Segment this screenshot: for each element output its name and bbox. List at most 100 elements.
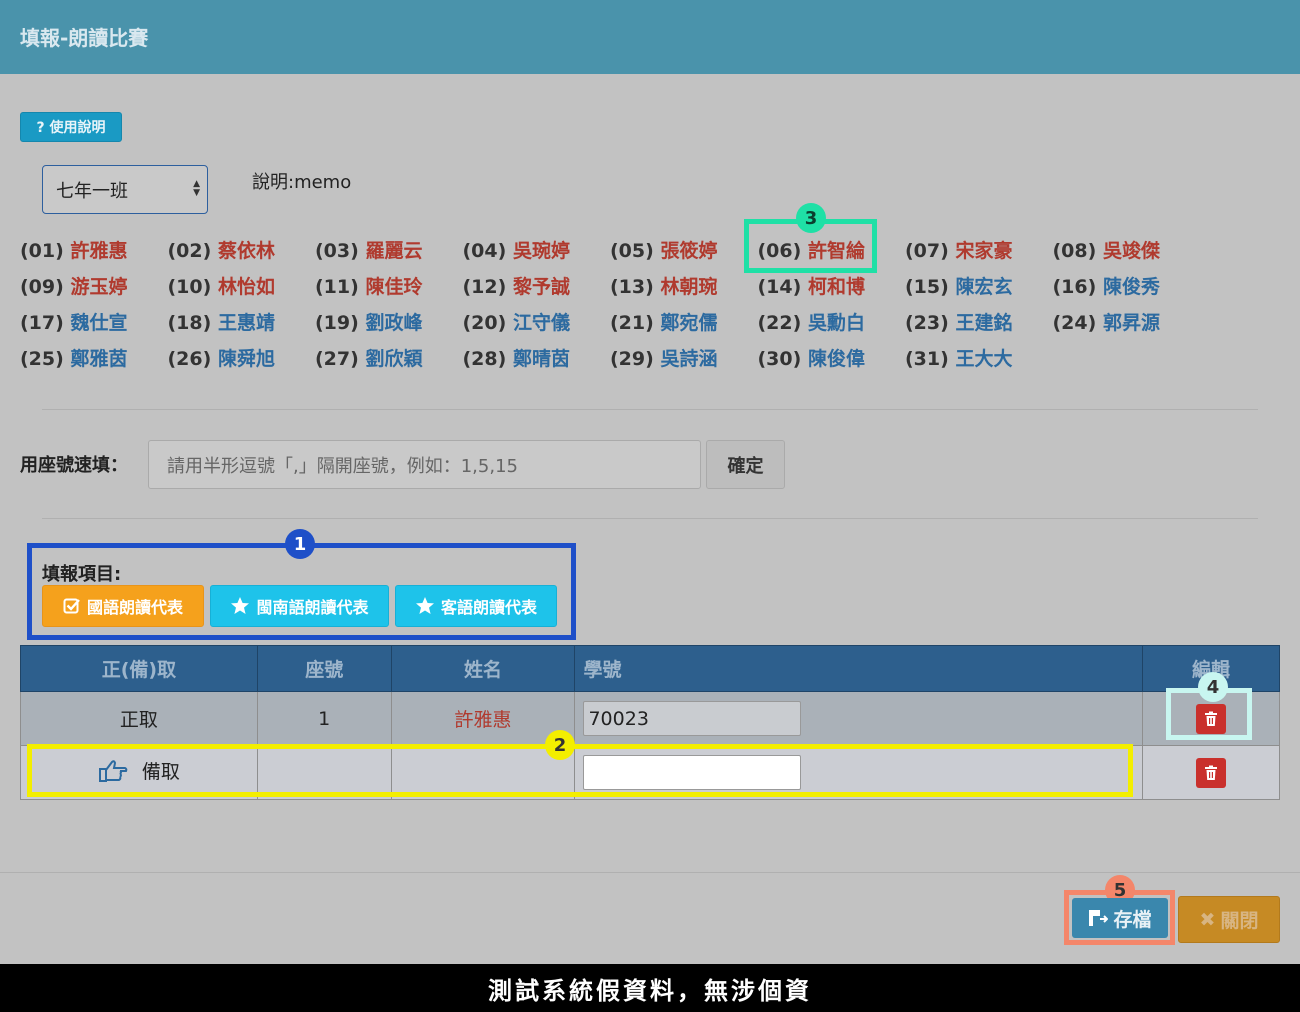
student-29[interactable]: (29) 吳詩涵 xyxy=(610,344,717,371)
student-07[interactable]: (07) 宋家豪 xyxy=(905,236,1012,263)
delete-button[interactable] xyxy=(1196,757,1227,788)
student-18[interactable]: (18) 王惠靖 xyxy=(168,308,275,335)
save-button[interactable]: 存檔 xyxy=(1072,898,1168,938)
highlight-box-backup-row xyxy=(27,744,1133,797)
student-name: 柯和博 xyxy=(807,276,865,298)
student-seat-number: (04) xyxy=(462,240,507,262)
item-button-mandarin[interactable]: 國語朗讀代表 xyxy=(42,585,204,627)
star-icon xyxy=(231,597,250,614)
student-17[interactable]: (17) 魏仕宣 xyxy=(20,308,127,335)
student-seat-number: (13) xyxy=(610,276,654,298)
cell-edit xyxy=(1142,745,1280,800)
badge-3: 3 xyxy=(796,203,826,233)
student-seat-number: (14) xyxy=(757,276,802,298)
class-select-value: 七年一班 xyxy=(56,180,128,202)
student-seat-number: (15) xyxy=(905,276,949,298)
student-name: 羅麗云 xyxy=(365,240,423,262)
divider xyxy=(0,872,1300,873)
student-name: 吳竣傑 xyxy=(1102,240,1160,262)
student-name: 蔡依林 xyxy=(217,240,275,262)
student-name: 劉政峰 xyxy=(365,312,423,334)
divider xyxy=(42,518,1258,519)
student-seat-number: (12) xyxy=(462,276,507,298)
student-name: 陳俊秀 xyxy=(1102,276,1160,298)
class-select[interactable]: 七年一班 ▲ ▼ xyxy=(42,165,208,214)
quick-fill-input[interactable]: 請用半形逗號「,」隔開座號，例如：1,5,15 xyxy=(148,440,701,489)
student-seat-number: (27) xyxy=(315,348,359,370)
student-seat-number: (24) xyxy=(1052,312,1097,334)
student-12[interactable]: (12) 黎予誠 xyxy=(463,272,570,299)
student-name: 張筱婷 xyxy=(660,240,718,262)
student-name: 吳詩涵 xyxy=(660,348,718,370)
student-22[interactable]: (22) 吳勳白 xyxy=(758,308,865,335)
student-seat-number: (10) xyxy=(167,276,212,298)
item-button-hakka[interactable]: 客語朗讀代表 xyxy=(395,585,557,627)
student-02[interactable]: (02) 蔡依林 xyxy=(168,236,275,263)
trash-icon xyxy=(1205,765,1218,780)
student-08[interactable]: (08) 吳竣傑 xyxy=(1053,236,1160,263)
page-title: 填報-朗讀比賽 xyxy=(20,26,149,50)
table-row: 正取 1 許雅惠 70023 xyxy=(20,691,1280,746)
student-seat-number: (22) xyxy=(757,312,802,334)
student-seat-number: (18) xyxy=(167,312,212,334)
student-name: 許雅惠 xyxy=(70,240,128,262)
student-16[interactable]: (16) 陳俊秀 xyxy=(1053,272,1160,299)
student-name: 鄭雅茵 xyxy=(70,348,128,370)
student-seat-number: (03) xyxy=(315,240,359,262)
badge-4: 4 xyxy=(1198,672,1228,702)
student-19[interactable]: (19) 劉政峰 xyxy=(315,308,422,335)
student-13[interactable]: (13) 林朝琬 xyxy=(610,272,717,299)
student-28[interactable]: (28) 鄭晴茵 xyxy=(463,344,570,371)
close-icon: ✖ xyxy=(1199,908,1216,931)
student-23[interactable]: (23) 王建銘 xyxy=(905,308,1012,335)
student-name: 魏仕宣 xyxy=(70,312,128,334)
student-seat-number: (16) xyxy=(1052,276,1097,298)
student-name: 郭昇源 xyxy=(1102,312,1160,334)
divider xyxy=(42,409,1258,410)
student-26[interactable]: (26) 陳舜旭 xyxy=(168,344,275,371)
student-seat-number: (09) xyxy=(20,276,64,298)
student-seat-number: (05) xyxy=(610,240,654,262)
cell-student-id: 70023 xyxy=(574,691,1144,746)
student-id-input[interactable]: 70023 xyxy=(583,701,802,736)
student-seat-number: (07) xyxy=(905,240,949,262)
page-header: 填報-朗讀比賽 xyxy=(0,0,1300,74)
student-30[interactable]: (30) 陳俊偉 xyxy=(758,344,865,371)
student-seat-number: (20) xyxy=(462,312,507,334)
student-seat-number: (25) xyxy=(20,348,64,370)
confirm-button[interactable]: 確定 xyxy=(706,440,785,489)
student-14[interactable]: (14) 柯和博 xyxy=(758,272,865,299)
col-header-name: 姓名 xyxy=(390,645,576,692)
student-20[interactable]: (20) 江守儀 xyxy=(463,308,570,335)
items-label: 填報項目: xyxy=(42,564,122,585)
student-27[interactable]: (27) 劉欣穎 xyxy=(315,344,422,371)
student-03[interactable]: (03) 羅麗云 xyxy=(315,236,422,263)
student-name: 王大大 xyxy=(955,348,1013,370)
col-header-student-id: 學號 xyxy=(574,645,1144,692)
save-icon xyxy=(1089,910,1109,926)
close-label: 關閉 xyxy=(1220,910,1259,932)
student-01[interactable]: (01) 許雅惠 xyxy=(20,236,127,263)
checkbox-icon xyxy=(63,598,80,614)
help-button[interactable]: ? 使用說明 xyxy=(20,112,122,142)
col-header-seat: 座號 xyxy=(256,645,392,692)
student-15[interactable]: (15) 陳宏玄 xyxy=(905,272,1012,299)
student-10[interactable]: (10) 林怡如 xyxy=(168,272,275,299)
student-11[interactable]: (11) 陳佳玲 xyxy=(315,272,422,299)
close-button[interactable]: ✖ 關閉 xyxy=(1178,896,1280,943)
student-04[interactable]: (04) 吳琬婷 xyxy=(463,236,570,263)
student-24[interactable]: (24) 郭昇源 xyxy=(1053,308,1160,335)
student-name: 陳宏玄 xyxy=(955,276,1013,298)
student-21[interactable]: (21) 鄭宛儒 xyxy=(610,308,717,335)
student-name: 劉欣穎 xyxy=(365,348,423,370)
student-name: 林朝琬 xyxy=(660,276,718,298)
student-25[interactable]: (25) 鄭雅茵 xyxy=(20,344,127,371)
student-09[interactable]: (09) 游玉婷 xyxy=(20,272,127,299)
memo-text: 說明:memo xyxy=(252,172,352,193)
cell-seat: 1 xyxy=(256,691,392,746)
item-button-minnan[interactable]: 閩南語朗讀代表 xyxy=(210,585,389,627)
badge-2: 2 xyxy=(545,730,575,760)
student-name: 林怡如 xyxy=(217,276,275,298)
student-31[interactable]: (31) 王大大 xyxy=(905,344,1012,371)
student-05[interactable]: (05) 張筱婷 xyxy=(610,236,717,263)
